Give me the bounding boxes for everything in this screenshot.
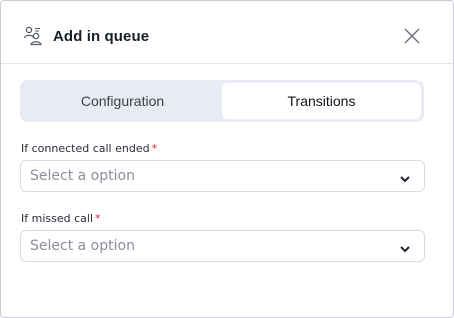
select-placeholder: Select a option bbox=[30, 238, 135, 254]
field-label-text: If missed call bbox=[21, 212, 93, 225]
tab-transitions[interactable]: Transitions bbox=[222, 83, 421, 119]
missed-call-label: If missed call * bbox=[21, 212, 101, 225]
connected-call-ended-label: If connected call ended * bbox=[21, 142, 157, 155]
chevron-down-icon bbox=[399, 171, 411, 183]
select-placeholder: Select a option bbox=[30, 168, 135, 184]
chevron-down-icon bbox=[399, 241, 411, 253]
tab-configuration[interactable]: Configuration bbox=[23, 83, 222, 119]
queue-people-icon bbox=[22, 25, 44, 47]
add-in-queue-dialog: Add in queue Configuration Transitions I… bbox=[0, 0, 454, 318]
missed-call-select[interactable]: Select a option bbox=[20, 230, 425, 262]
connected-call-ended-select[interactable]: Select a option bbox=[20, 160, 425, 192]
close-icon[interactable] bbox=[402, 26, 422, 46]
dialog-header: Add in queue bbox=[1, 1, 453, 64]
tab-switcher: Configuration Transitions bbox=[20, 80, 424, 122]
field-label-text: If connected call ended bbox=[21, 142, 150, 155]
dialog-title: Add in queue bbox=[53, 28, 150, 45]
required-mark: * bbox=[151, 142, 158, 155]
required-mark: * bbox=[95, 212, 101, 225]
